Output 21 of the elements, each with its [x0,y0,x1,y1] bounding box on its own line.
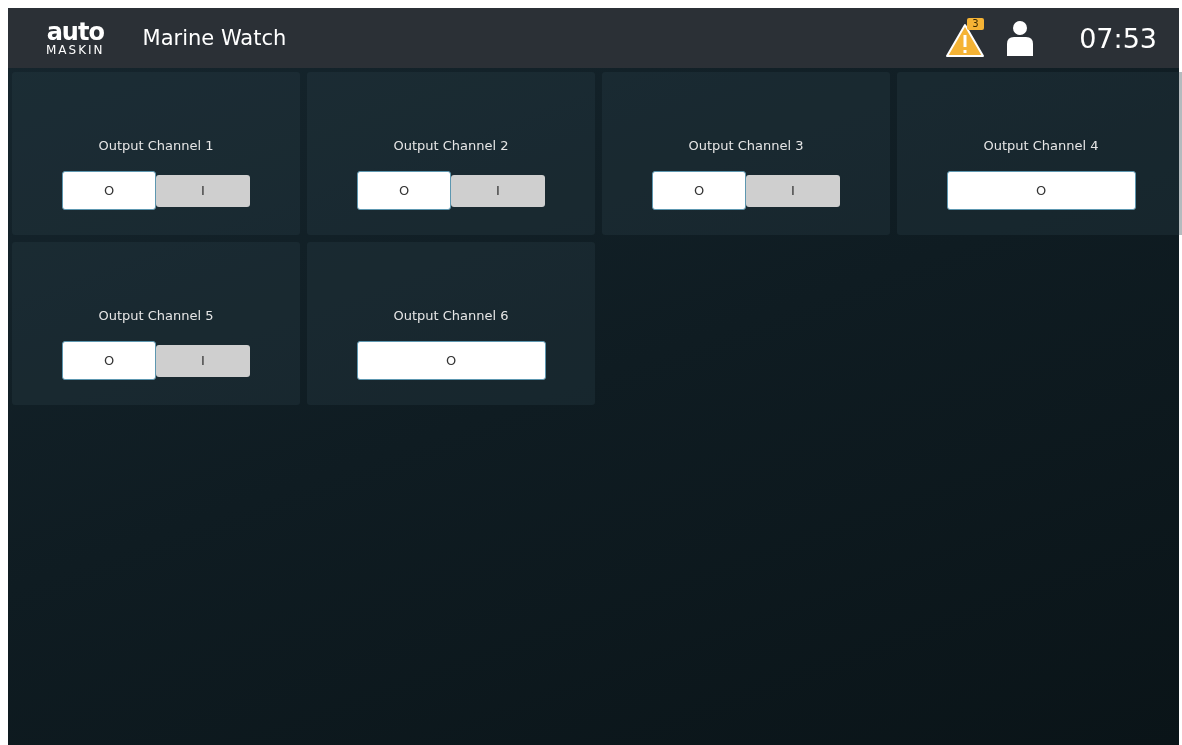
user-icon[interactable] [1005,20,1036,56]
toggle-option[interactable]: I [451,174,545,207]
toggle-option[interactable]: I [746,174,840,207]
toggle-option[interactable]: I [156,344,250,377]
app-title: Marine Watch [142,26,287,50]
toggle-option[interactable]: I [156,174,250,207]
channel-label: Output Channel 4 [983,138,1099,153]
alarm-count-badge: 3 [967,18,984,30]
output-button[interactable]: O [356,341,546,380]
toggle-option[interactable]: O [357,171,451,210]
channel-label: Output Channel 6 [393,308,509,323]
clock-time: 07:53 [1079,22,1157,54]
toggle-option[interactable]: O [62,341,156,380]
output-button[interactable]: O [946,171,1136,210]
channel-label: Output Channel 3 [688,138,804,153]
toggle-option[interactable]: O [652,171,746,210]
channel-label: Output Channel 2 [393,138,509,153]
channel-label: Output Channel 5 [98,308,214,323]
toggle-option[interactable]: O [62,171,156,210]
channel-label: Output Channel 1 [98,138,214,153]
logo: auto MASKIN [46,20,105,56]
